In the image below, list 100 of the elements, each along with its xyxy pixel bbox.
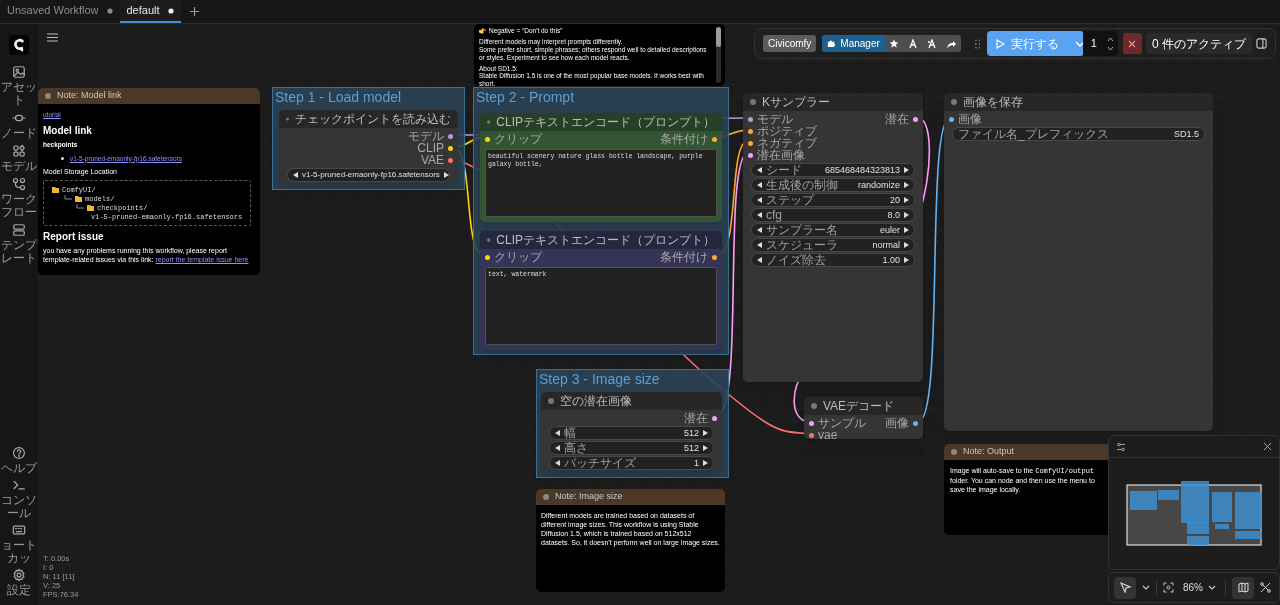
node-dot-icon[interactable] <box>548 398 554 404</box>
left-arrow-icon <box>757 167 762 173</box>
left-arrow-icon <box>757 242 762 248</box>
slot-label: 条件付け <box>660 133 708 145</box>
folder-icon <box>52 186 59 193</box>
slot-label: 画像 <box>958 113 982 125</box>
node-dot-icon[interactable] <box>487 237 491 243</box>
combo-select[interactable]: サンプラー名 euler <box>751 223 915 237</box>
sidebar-item[interactable]: ワークフロー <box>0 177 38 219</box>
drag-handle-icon[interactable] <box>974 38 981 49</box>
menu-icon <box>47 33 58 42</box>
node-dot-icon[interactable] <box>951 449 957 455</box>
node-title: チェックポイントを読み込む <box>295 111 451 128</box>
sidebar-item[interactable]: ョートカッ <box>0 523 38 565</box>
stepper-icon[interactable] <box>1106 35 1114 52</box>
number-input[interactable]: ステップ 20 <box>751 193 915 207</box>
slot-label: クリップ <box>494 251 542 263</box>
slot-label: CLIP <box>417 142 444 154</box>
queue-button[interactable]: 0 件のアクティブ <box>1145 33 1252 54</box>
group-title: Step 2 - Prompt <box>476 88 575 106</box>
node-title: CLIPテキストエンコード（プロンプト） <box>496 232 715 249</box>
sidebar-item[interactable]: アセット <box>0 65 38 107</box>
cancel-button[interactable] <box>1122 33 1142 54</box>
left-arrow-icon <box>757 197 762 203</box>
right-arrow-icon <box>904 227 909 233</box>
batch-count-field[interactable]: 1 <box>1082 31 1118 56</box>
left-arrow-icon <box>293 172 298 178</box>
slot-label: ポジティブ <box>757 125 817 137</box>
node-dot-icon[interactable] <box>45 93 51 99</box>
slot-label: VAE <box>420 154 444 166</box>
hide-links-icon[interactable] <box>1260 582 1271 593</box>
note-title: Note: Output <box>963 445 1015 459</box>
note-title: Note: Image size <box>555 490 623 504</box>
left-arrow-icon <box>555 460 560 466</box>
select-tool-button[interactable] <box>1114 576 1136 599</box>
puzzle-icon <box>827 39 837 48</box>
number-input[interactable]: シード 685468484323813 <box>751 163 915 177</box>
manager-button[interactable]: Manager <box>822 35 885 52</box>
unsaved-dot-icon <box>106 7 113 14</box>
sidebar-item[interactable]: コンソール <box>0 478 38 520</box>
sidebar-item[interactable]: ノード <box>0 111 38 140</box>
map-icon <box>1237 582 1249 593</box>
node-title: 空の潜在画像 <box>560 393 632 410</box>
number-input[interactable]: cfg 8.0 <box>751 208 915 222</box>
font-icon <box>908 38 919 49</box>
settings-icon <box>12 568 26 582</box>
note-heading: Report issue <box>43 232 105 243</box>
node-dot-icon[interactable] <box>811 403 817 409</box>
sidebar-item[interactable]: モデル <box>0 144 38 173</box>
settings-sliders-icon[interactable] <box>1116 441 1126 452</box>
left-arrow-icon <box>757 257 762 263</box>
chevron-down-icon[interactable] <box>1142 585 1150 590</box>
fit-view-icon[interactable] <box>1163 582 1174 593</box>
image-icon <box>12 65 26 79</box>
panel-toggle-button[interactable] <box>1256 38 1267 49</box>
node-dot-icon[interactable] <box>543 494 549 500</box>
combo-select[interactable]: スケジューラ normal <box>751 238 915 252</box>
slot-label: 潜在 <box>885 113 909 125</box>
tab[interactable]: Unsaved Workflow <box>0 0 120 23</box>
keyboard-icon <box>12 523 26 537</box>
close-icon[interactable] <box>1263 442 1272 451</box>
font-icon <box>927 38 938 49</box>
sidebar-item[interactable]: 設定 <box>0 568 38 597</box>
number-input[interactable]: 高さ 512 <box>549 441 714 455</box>
logo-icon[interactable] <box>9 35 29 55</box>
number-input[interactable]: バッチサイズ 1 <box>549 456 714 470</box>
node-dot-icon[interactable] <box>951 99 957 105</box>
node-title: Kサンプラー <box>762 94 830 111</box>
template-icon <box>12 223 26 237</box>
terminal-icon <box>12 478 26 492</box>
node-dot-icon[interactable] <box>750 99 756 105</box>
group-title: Step 3 - Image size <box>539 370 660 388</box>
sidebar-item[interactable]: ヘルプ <box>0 446 38 475</box>
left-arrow-icon <box>555 445 560 451</box>
slot-label: 条件付け <box>660 251 708 263</box>
plus-icon <box>188 6 200 17</box>
text-input[interactable]: ファイル名_プレフィックス SD1.5 <box>952 127 1205 141</box>
scrollbar <box>716 27 721 83</box>
menu-button[interactable] <box>47 33 58 42</box>
right-arrow-icon <box>904 167 909 173</box>
right-arrow-icon <box>443 172 449 178</box>
combo-select[interactable]: v1-5-pruned-emaonly-fp16.safetensors <box>287 168 450 182</box>
left-arrow-icon <box>555 430 560 436</box>
node-dot-icon[interactable] <box>286 116 289 122</box>
number-input[interactable]: 幅 512 <box>549 426 714 440</box>
slot-label: モデル <box>757 113 793 125</box>
right-arrow-icon <box>904 257 909 263</box>
minimap-toggle-button[interactable] <box>1232 576 1254 599</box>
node-dot-icon[interactable] <box>487 119 491 125</box>
tab[interactable]: default <box>119 0 181 23</box>
number-input[interactable]: ノイズ除去 1.00 <box>751 253 915 267</box>
combo-select[interactable]: 生成後の制御 randomize <box>751 178 915 192</box>
bullet-icon <box>61 156 64 160</box>
left-arrow-icon <box>757 227 762 233</box>
sidebar-item[interactable]: テンプレート <box>0 223 38 265</box>
civicomfy-button[interactable]: Civicomfy <box>763 35 817 52</box>
play-icon <box>996 38 1006 49</box>
share-icon <box>946 38 957 49</box>
chevron-down-icon <box>1208 585 1216 590</box>
zoom-button[interactable]: 86% <box>1180 580 1219 595</box>
